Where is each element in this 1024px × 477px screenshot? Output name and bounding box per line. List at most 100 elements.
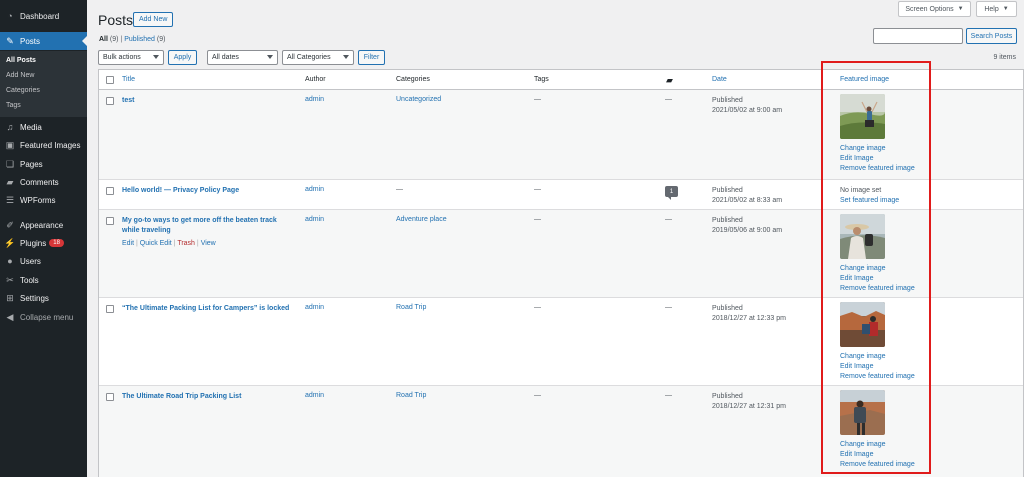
sidebar-item-label: Pages xyxy=(20,159,43,169)
help-button[interactable]: Help ▼ xyxy=(976,1,1017,17)
sidebar-item-label: Users xyxy=(20,256,41,266)
post-title[interactable]: Hello world! — Privacy Policy Page xyxy=(122,186,292,196)
collapse-icon: ◀ xyxy=(6,311,14,322)
screen-options-button[interactable]: Screen Options ▼ xyxy=(898,1,971,17)
media-icon: ♫ xyxy=(6,122,14,132)
dropdown-arrow-icon xyxy=(153,55,159,59)
post-author[interactable]: admin xyxy=(305,186,324,193)
sidebar-item-plugins[interactable]: ⚡ Plugins 18 xyxy=(0,234,87,252)
row-checkbox[interactable] xyxy=(106,217,114,225)
sidebar-item-dashboard[interactable]: ◔ Dashboard xyxy=(0,7,87,25)
row-action-separator: | xyxy=(173,240,176,247)
sidebar-item-posts[interactable]: ✎ Posts xyxy=(0,32,87,50)
search-input[interactable] xyxy=(873,28,963,44)
bulk-actions-select[interactable]: Bulk actions xyxy=(98,50,164,65)
trash-link[interactable]: Trash xyxy=(177,240,195,247)
categories-value: All Categories xyxy=(287,54,331,61)
dates-value: All dates xyxy=(212,54,239,61)
filter-separator: | xyxy=(120,36,123,43)
bulk-actions-value: Bulk actions xyxy=(103,54,141,61)
row-action-separator: | xyxy=(196,240,199,247)
select-all-checkbox[interactable] xyxy=(106,76,114,84)
post-author[interactable]: admin xyxy=(305,216,324,223)
view-link[interactable]: View xyxy=(201,240,216,247)
sidebar-item-label: Appearance xyxy=(20,220,64,230)
post-title[interactable]: test xyxy=(122,96,292,106)
sidebar-item-label: Plugins xyxy=(20,238,47,248)
sidebar-item-label: Settings xyxy=(20,293,49,303)
comment-count-bubble[interactable]: 1 xyxy=(665,186,678,200)
post-title[interactable]: “The Ultimate Packing List for Campers” … xyxy=(122,304,322,314)
post-category[interactable]: Road Trip xyxy=(396,392,426,399)
dropdown-arrow-icon xyxy=(343,55,349,59)
help-label: Help xyxy=(984,5,999,13)
post-datetime: 2019/05/06 at 9:00 am xyxy=(712,227,783,234)
sidebar-collapse-menu[interactable]: ◀ Collapse menu xyxy=(0,308,87,326)
edit-link[interactable]: Edit xyxy=(122,240,134,247)
active-arrow-icon xyxy=(82,36,87,46)
post-category[interactable]: Road Trip xyxy=(396,304,426,311)
post-comments: — xyxy=(665,304,672,311)
row-checkbox[interactable] xyxy=(106,187,114,195)
submenu-add-new[interactable]: Add New xyxy=(6,72,34,79)
post-category[interactable]: Adventure place xyxy=(396,216,447,223)
filter-published[interactable]: Published xyxy=(124,36,155,43)
dashboard-icon: ◔ xyxy=(7,11,13,21)
post-tags: — xyxy=(534,392,541,399)
sidebar-item-featured-images[interactable]: ▣ Featured Images xyxy=(0,136,87,154)
settings-icon: ⊞ xyxy=(6,292,14,303)
published-count: (9) xyxy=(156,36,166,43)
submenu-categories[interactable]: Categories xyxy=(6,87,40,94)
post-title[interactable]: The Ultimate Road Trip Packing List xyxy=(122,392,292,402)
post-date: Published 2018/12/27 at 12:31 pm xyxy=(712,392,786,412)
post-category: — xyxy=(396,186,403,193)
post-datetime: 2018/12/27 at 12:33 pm xyxy=(712,315,786,322)
column-categories: Categories xyxy=(396,76,430,83)
search-posts-button[interactable]: Search Posts xyxy=(966,28,1017,44)
submenu-tags[interactable]: Tags xyxy=(6,102,21,109)
dates-select[interactable]: All dates xyxy=(207,50,278,65)
column-date[interactable]: Date xyxy=(712,76,727,83)
row-checkbox[interactable] xyxy=(106,393,114,401)
sidebar-item-settings[interactable]: ⊞ Settings xyxy=(0,289,87,307)
post-title[interactable]: My go-to ways to get more off the beaten… xyxy=(122,216,292,236)
post-datetime: 2021/05/02 at 9:00 am xyxy=(712,107,783,114)
sidebar-item-wpforms[interactable]: ☰ WPForms xyxy=(0,191,87,209)
sidebar-item-comments[interactable]: ▰ Comments xyxy=(0,173,87,191)
post-category[interactable]: Uncategorized xyxy=(396,96,441,103)
post-status: Published xyxy=(712,393,743,400)
users-icon: ● xyxy=(7,256,13,266)
sidebar-item-pages[interactable]: ❏ Pages xyxy=(0,155,87,173)
submenu-all-posts[interactable]: All Posts xyxy=(6,57,36,64)
sidebar-item-appearance[interactable]: ✐ Appearance xyxy=(0,216,87,234)
filter-button[interactable]: Filter xyxy=(358,50,385,65)
quick-edit-link[interactable]: Quick Edit xyxy=(140,240,172,247)
sidebar-item-tools[interactable]: ✂ Tools xyxy=(0,271,87,289)
row-checkbox[interactable] xyxy=(106,305,114,313)
sidebar-item-label: Collapse menu xyxy=(20,312,74,322)
row-checkbox[interactable] xyxy=(106,97,114,105)
comment-column-icon: ▰ xyxy=(666,75,673,85)
comments-icon: ▰ xyxy=(6,176,14,187)
sidebar-item-media[interactable]: ♫ Media xyxy=(0,118,87,136)
post-author[interactable]: admin xyxy=(305,304,324,311)
add-new-button[interactable]: Add New xyxy=(133,12,174,27)
plugins-update-badge: 18 xyxy=(49,239,64,247)
post-tags: — xyxy=(534,96,541,103)
post-author[interactable]: admin xyxy=(305,96,324,103)
plugins-icon: ⚡ xyxy=(4,237,16,248)
filter-all[interactable]: All xyxy=(99,36,108,43)
sidebar-item-users[interactable]: ● Users xyxy=(0,252,87,270)
sidebar-item-label: Posts xyxy=(20,36,41,46)
row-action-separator: | xyxy=(136,240,138,247)
tools-icon: ✂ xyxy=(6,274,14,285)
post-author[interactable]: admin xyxy=(305,392,324,399)
categories-select[interactable]: All Categories xyxy=(282,50,354,65)
caret-down-icon: ▼ xyxy=(1002,6,1009,12)
post-tags: — xyxy=(534,216,541,223)
apply-button[interactable]: Apply xyxy=(168,50,197,65)
items-count: 9 items xyxy=(993,54,1016,61)
post-date: Published 2019/05/06 at 9:00 am xyxy=(712,216,782,236)
row-actions: Edit | Quick Edit | Trash | View xyxy=(122,240,216,247)
column-title[interactable]: Title xyxy=(122,76,135,83)
